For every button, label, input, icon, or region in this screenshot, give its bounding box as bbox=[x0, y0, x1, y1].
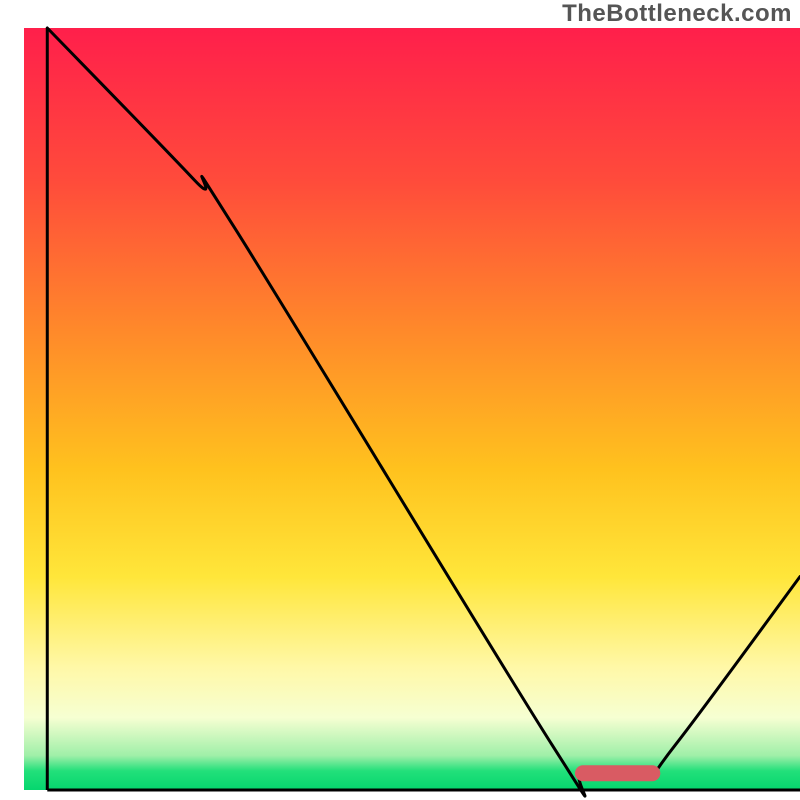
optimum-marker bbox=[575, 765, 660, 781]
chart-root: TheBottleneck.com bbox=[0, 0, 800, 800]
bottleneck-chart bbox=[0, 0, 800, 800]
watermark-text: TheBottleneck.com bbox=[562, 0, 792, 28]
plot-background bbox=[24, 28, 800, 790]
